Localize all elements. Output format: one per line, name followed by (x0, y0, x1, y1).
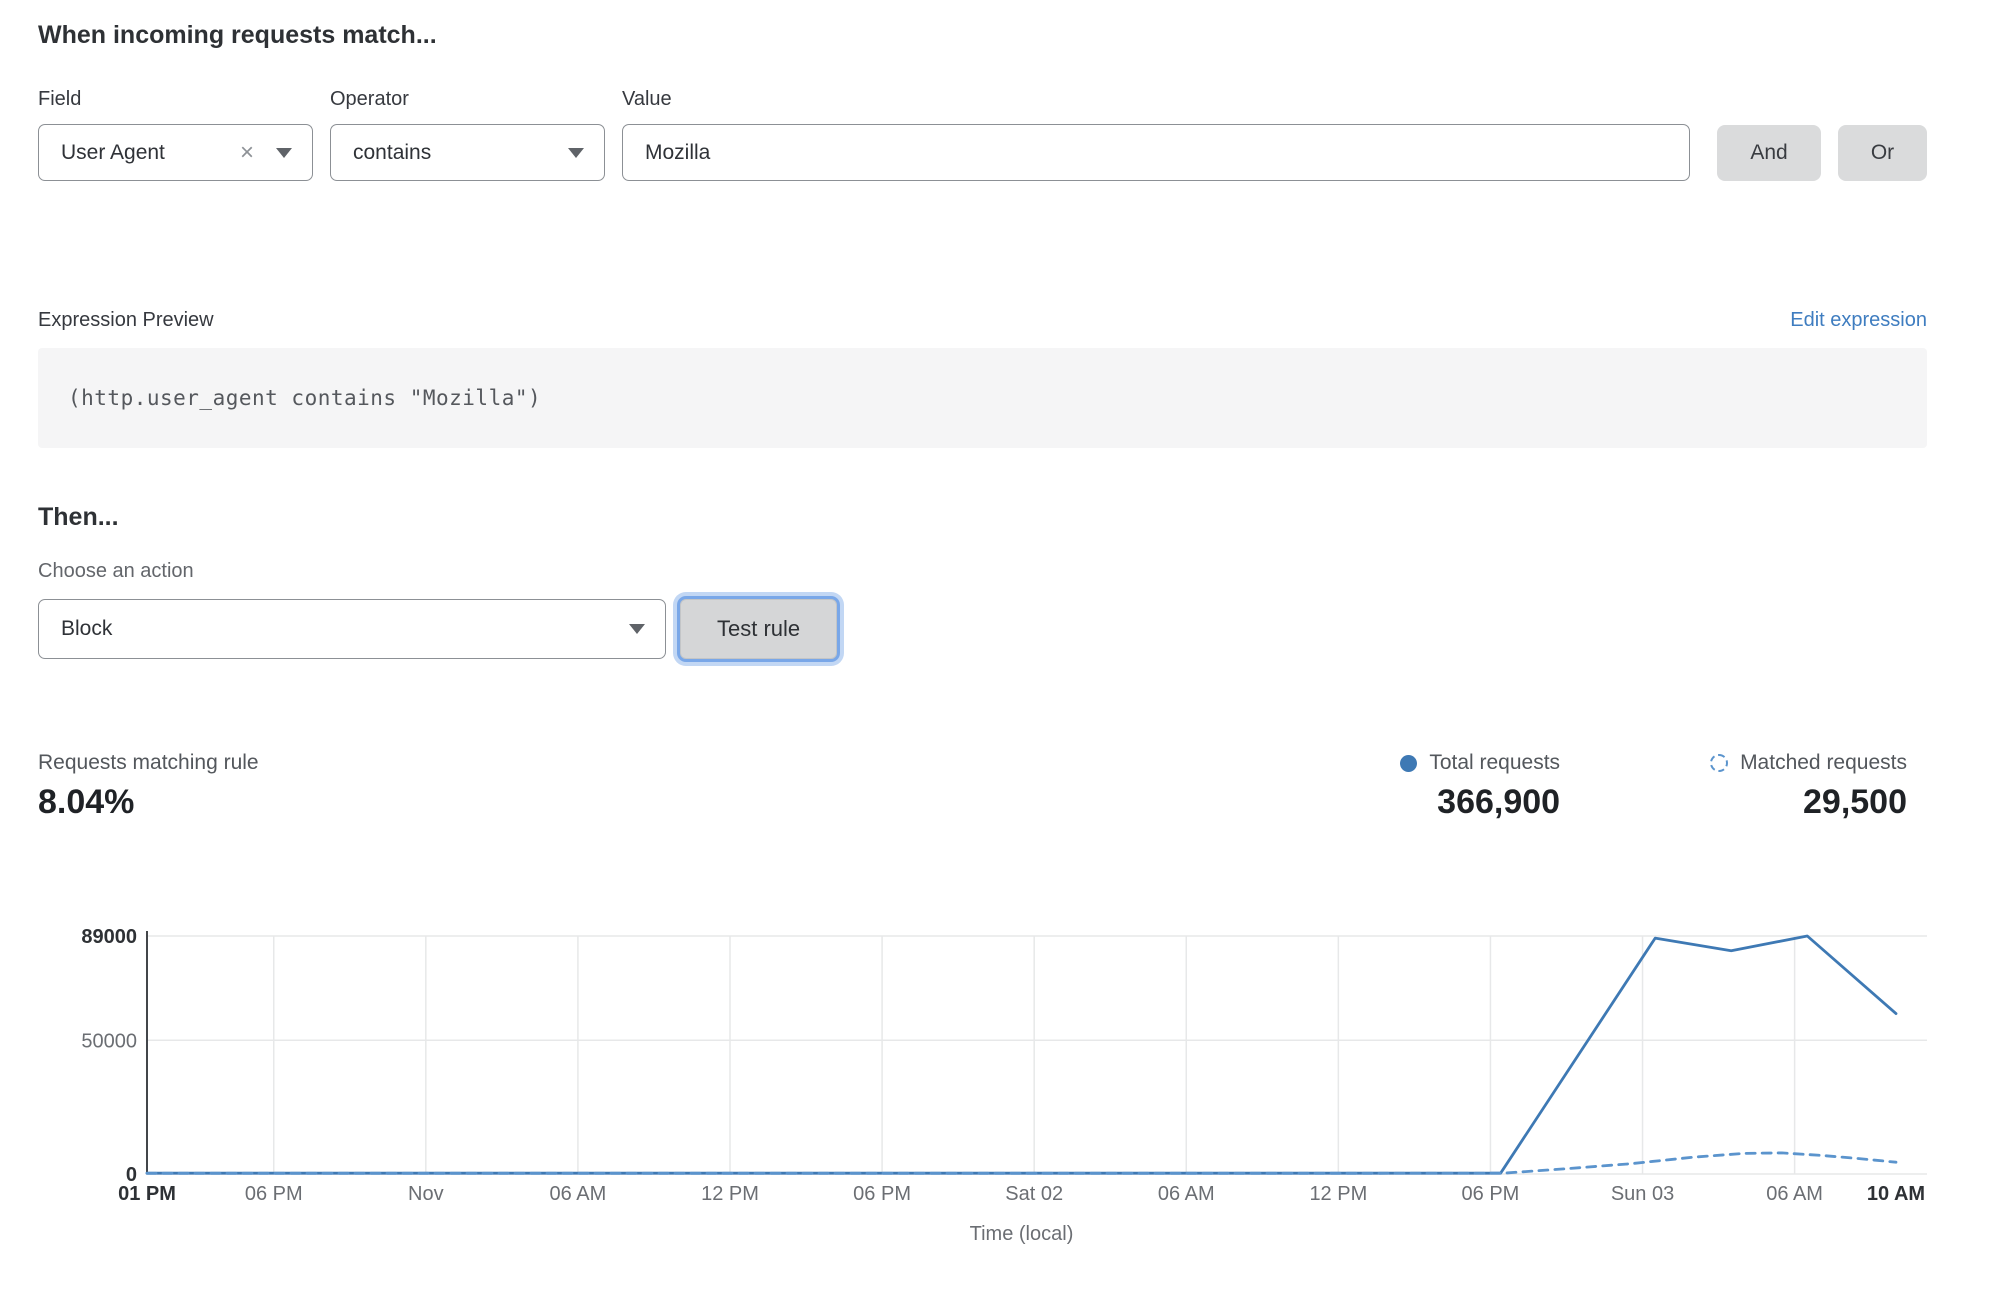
action-select[interactable]: Block (38, 599, 666, 659)
expression-preview-box: (http.user_agent contains "Mozilla") (38, 348, 1927, 448)
chevron-down-icon (276, 148, 292, 158)
svg-text:06 PM: 06 PM (853, 1183, 911, 1205)
then-heading: Then... (38, 500, 1927, 534)
svg-text:Sat 02: Sat 02 (1005, 1183, 1063, 1205)
total-requests-label: Total requests (1429, 751, 1560, 775)
action-select-value: Block (61, 617, 607, 641)
test-rule-button[interactable]: Test rule (680, 599, 837, 659)
svg-text:89000: 89000 (81, 926, 137, 948)
condition-row: Field User Agent × Operator contains Val… (38, 88, 1927, 181)
operator-select[interactable]: contains (330, 124, 605, 181)
matching-stat-label: Requests matching rule (38, 751, 259, 775)
svg-text:06 PM: 06 PM (245, 1183, 303, 1205)
stats-row: Requests matching rule 8.04% Total reque… (38, 751, 1927, 822)
svg-text:01 PM: 01 PM (118, 1183, 176, 1205)
svg-text:06 PM: 06 PM (1462, 1183, 1520, 1205)
firewall-rule-builder: When incoming requests match... Field Us… (0, 18, 1999, 822)
total-requests-value: 366,900 (1400, 783, 1560, 822)
svg-text:50000: 50000 (81, 1030, 137, 1052)
choose-action-label: Choose an action (38, 560, 1927, 583)
edit-expression-link[interactable]: Edit expression (1790, 309, 1927, 332)
total-requests-legend: Total requests 366,900 (1400, 751, 1560, 822)
svg-text:06 AM: 06 AM (550, 1183, 607, 1205)
chart-legend: Total requests 366,900 Matched requests … (1400, 751, 1927, 822)
svg-text:06 AM: 06 AM (1766, 1183, 1823, 1205)
close-icon[interactable]: × (240, 141, 254, 165)
x-axis-title: Time (local) (970, 1223, 1074, 1245)
operator-group: Operator contains (330, 88, 605, 181)
svg-text:Nov: Nov (408, 1183, 444, 1205)
expression-preview-label: Expression Preview (38, 309, 214, 332)
value-group: Value (622, 88, 1690, 181)
expression-code: (http.user_agent contains "Mozilla") (38, 386, 541, 410)
field-select-value: User Agent (61, 141, 240, 165)
value-label: Value (622, 88, 1690, 111)
expression-header: Expression Preview Edit expression (38, 309, 1927, 332)
svg-text:12 PM: 12 PM (1309, 1183, 1367, 1205)
matching-stat: Requests matching rule 8.04% (38, 751, 259, 822)
and-button[interactable]: And (1717, 125, 1821, 181)
action-row: Block Test rule (38, 599, 1927, 659)
value-input[interactable] (622, 124, 1690, 181)
operator-label: Operator (330, 88, 605, 111)
field-group: Field User Agent × (38, 88, 313, 181)
requests-chart: 8900050000001 PM06 PMNov06 AM12 PM06 PMS… (0, 908, 1999, 1253)
or-button[interactable]: Or (1838, 125, 1927, 181)
matching-stat-value: 8.04% (38, 783, 259, 822)
svg-text:10 AM: 10 AM (1867, 1183, 1925, 1205)
field-label: Field (38, 88, 313, 111)
svg-text:12 PM: 12 PM (701, 1183, 759, 1205)
matched-requests-legend: Matched requests 29,500 (1710, 751, 1907, 822)
chevron-down-icon (629, 624, 645, 634)
matched-requests-label: Matched requests (1740, 751, 1907, 775)
svg-text:06 AM: 06 AM (1158, 1183, 1215, 1205)
matched-requests-value: 29,500 (1710, 783, 1907, 822)
field-select[interactable]: User Agent × (38, 124, 313, 181)
operator-select-value: contains (353, 141, 546, 165)
chevron-down-icon (568, 148, 584, 158)
dashed-circle-icon (1710, 754, 1728, 772)
solid-dot-icon (1400, 755, 1417, 772)
match-heading: When incoming requests match... (38, 18, 1927, 52)
svg-text:Sun 03: Sun 03 (1611, 1183, 1674, 1205)
